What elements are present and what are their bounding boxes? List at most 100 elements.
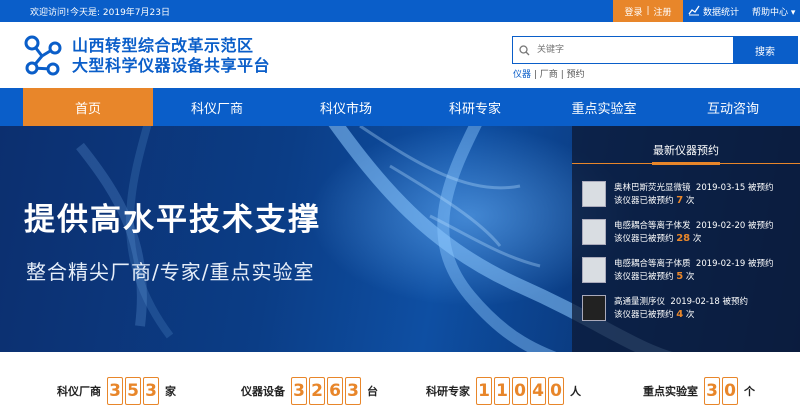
site-title-line1: 山西转型综合改革示范区 bbox=[72, 36, 254, 55]
stat-digit: 2 bbox=[309, 377, 325, 405]
nav-item-experts[interactable]: 科研专家 bbox=[410, 88, 540, 126]
stat-experts: 科研专家 1 1 0 4 0 人 bbox=[426, 376, 581, 406]
booking-prefix: 该仪器已被预约 bbox=[614, 234, 674, 244]
stat-unit: 个 bbox=[744, 385, 755, 398]
search-button[interactable]: 搜索 bbox=[733, 37, 797, 63]
booking-prefix: 该仪器已被预约 bbox=[614, 272, 674, 282]
stat-digit: 5 bbox=[125, 377, 141, 405]
instrument-thumbnail bbox=[582, 257, 606, 283]
instrument-name[interactable]: 高通量测序仪 bbox=[614, 297, 665, 307]
chevron-down-icon: ▾ bbox=[790, 8, 796, 18]
stat-digit: 0 bbox=[722, 377, 738, 405]
booking-prefix: 该仪器已被预约 bbox=[614, 196, 674, 206]
stat-label: 科研专家 bbox=[426, 385, 470, 398]
nav-item-consult[interactable]: 互动咨询 bbox=[668, 88, 798, 126]
latest-bookings-panel: 最新仪器预约 奥林巴斯荧光显微镜 2019-03-15 被预约 该仪器已被预约 … bbox=[572, 126, 800, 352]
stat-digit: 3 bbox=[143, 377, 159, 405]
stat-unit: 台 bbox=[367, 385, 378, 398]
login-link[interactable]: 登录 bbox=[624, 5, 642, 18]
booking-prefix: 该仪器已被预约 bbox=[614, 310, 674, 320]
stat-digit: 3 bbox=[107, 377, 123, 405]
stat-digit: 3 bbox=[345, 377, 361, 405]
stat-manufacturers: 科仪厂商 3 5 3 家 bbox=[57, 376, 176, 406]
search-box: 搜索 bbox=[512, 36, 798, 64]
instrument-thumbnail bbox=[582, 295, 606, 321]
quick-links: 仪器 | 厂商 | 预约 bbox=[513, 67, 585, 80]
booking-line2: 该仪器已被预约 28 次 bbox=[614, 232, 701, 244]
instrument-thumbnail bbox=[582, 219, 606, 245]
help-center-label: 帮助中心 bbox=[752, 8, 789, 18]
booking-count: 5 bbox=[676, 271, 684, 282]
auth-separator: | bbox=[646, 6, 650, 16]
register-link[interactable]: 注册 bbox=[654, 5, 672, 18]
quick-link-instrument[interactable]: 仪器 bbox=[513, 70, 531, 80]
date-text: 今天是: 2019年7月23日 bbox=[70, 8, 170, 18]
booking-suffix: 被预约 bbox=[722, 297, 749, 307]
stat-digit: 4 bbox=[530, 377, 546, 405]
site-header: 山西转型综合改革示范区 大型科学仪器设备共享平台 搜索 仪器 | 厂商 | 预约 bbox=[0, 22, 800, 88]
instrument-name[interactable]: 奥林巴斯荧光显微镜 bbox=[614, 183, 691, 193]
booking-suffix: 被预约 bbox=[748, 183, 774, 193]
booking-count: 4 bbox=[676, 309, 684, 320]
booking-item[interactable]: 高通量测序仪 2019-02-18 被预约 该仪器已被预约 4 次 bbox=[582, 295, 797, 323]
welcome-text: 欢迎访问! bbox=[30, 8, 70, 18]
stat-unit: 人 bbox=[570, 385, 581, 398]
quick-link-booking[interactable]: 预约 bbox=[567, 70, 585, 80]
nav-item-home[interactable]: 首页 bbox=[23, 88, 153, 126]
booking-suffix: 被预约 bbox=[748, 221, 774, 231]
booking-line1: 高通量测序仪 2019-02-18 被预约 bbox=[614, 295, 748, 307]
stat-label: 科仪厂商 bbox=[57, 385, 101, 398]
stat-digit: 6 bbox=[327, 377, 343, 405]
booking-unit: 次 bbox=[685, 310, 695, 320]
booking-unit: 次 bbox=[692, 234, 702, 244]
stat-digit: 1 bbox=[494, 377, 510, 405]
panel-title: 最新仪器预约 bbox=[653, 144, 719, 157]
chart-icon bbox=[688, 4, 700, 19]
stat-unit: 家 bbox=[165, 385, 176, 398]
instrument-name[interactable]: 电感耦合等离子体发 bbox=[614, 221, 691, 231]
booking-item[interactable]: 电感耦合等离子体发 2019-02-20 被预约 该仪器已被预约 28 次 bbox=[582, 219, 797, 247]
nav-item-labs[interactable]: 重点实验室 bbox=[539, 88, 669, 126]
quick-link-manufacturer[interactable]: 厂商 bbox=[540, 70, 558, 80]
auth-links: 登录 | 注册 bbox=[613, 0, 683, 22]
booking-date: 2019-02-19 bbox=[695, 259, 746, 269]
instrument-name[interactable]: 电感耦合等离子体质 bbox=[614, 259, 691, 269]
stat-digit: 0 bbox=[548, 377, 564, 405]
booking-date: 2019-02-20 bbox=[695, 221, 746, 231]
main-nav: 首页 科仪厂商 科仪市场 科研专家 重点实验室 互动咨询 bbox=[0, 88, 800, 126]
stat-label: 仪器设备 bbox=[241, 385, 285, 398]
nav-item-manufacturers[interactable]: 科仪厂商 bbox=[152, 88, 282, 126]
booking-line1: 奥林巴斯荧光显微镜 2019-03-15 被预约 bbox=[614, 181, 774, 193]
banner-subline: 整合精尖厂商/专家/重点实验室 bbox=[26, 260, 315, 284]
stat-labs: 重点实验室 3 0 个 bbox=[643, 376, 755, 406]
site-title[interactable]: 山西转型综合改革示范区 大型科学仪器设备共享平台 bbox=[72, 36, 270, 76]
stats-row: 科仪厂商 3 5 3 家 仪器设备 3 2 6 3 台 科研专家 1 1 0 4… bbox=[0, 352, 800, 413]
booking-line2: 该仪器已被预约 5 次 bbox=[614, 270, 694, 282]
panel-title-underline bbox=[652, 162, 720, 165]
booking-date: 2019-03-15 bbox=[695, 183, 746, 193]
booking-line1: 电感耦合等离子体发 2019-02-20 被预约 bbox=[614, 219, 774, 231]
booking-item[interactable]: 电感耦合等离子体质 2019-02-19 被预约 该仪器已被预约 5 次 bbox=[582, 257, 797, 285]
data-stats-label: 数据统计 bbox=[703, 8, 740, 18]
stat-digit: 3 bbox=[291, 377, 307, 405]
top-bar: 欢迎访问! 今天是: 2019年7月23日 登录 | 注册 数据统计 帮助中心 … bbox=[0, 0, 800, 22]
booking-unit: 次 bbox=[685, 272, 695, 282]
booking-unit: 次 bbox=[685, 196, 695, 206]
booking-line2: 该仪器已被预约 7 次 bbox=[614, 194, 694, 206]
banner-headline: 提供高水平技术支撑 bbox=[24, 202, 321, 238]
stat-digit: 0 bbox=[512, 377, 528, 405]
booking-date: 2019-02-18 bbox=[670, 297, 720, 307]
booking-item[interactable]: 奥林巴斯荧光显微镜 2019-03-15 被预约 该仪器已被预约 7 次 bbox=[582, 181, 797, 209]
search-icon bbox=[513, 37, 535, 63]
booking-count: 7 bbox=[676, 195, 684, 206]
booking-line1: 电感耦合等离子体质 2019-02-19 被预约 bbox=[614, 257, 774, 269]
instrument-thumbnail bbox=[582, 181, 606, 207]
search-input[interactable] bbox=[535, 37, 733, 63]
data-stats-link[interactable]: 数据统计 bbox=[688, 4, 739, 19]
booking-count: 28 bbox=[676, 233, 691, 244]
molecule-logo-icon[interactable] bbox=[22, 34, 64, 76]
stat-instruments: 仪器设备 3 2 6 3 台 bbox=[241, 376, 378, 406]
nav-item-market[interactable]: 科仪市场 bbox=[281, 88, 411, 126]
help-center-link[interactable]: 帮助中心 ▾ bbox=[752, 5, 795, 18]
booking-suffix: 被预约 bbox=[748, 259, 774, 269]
